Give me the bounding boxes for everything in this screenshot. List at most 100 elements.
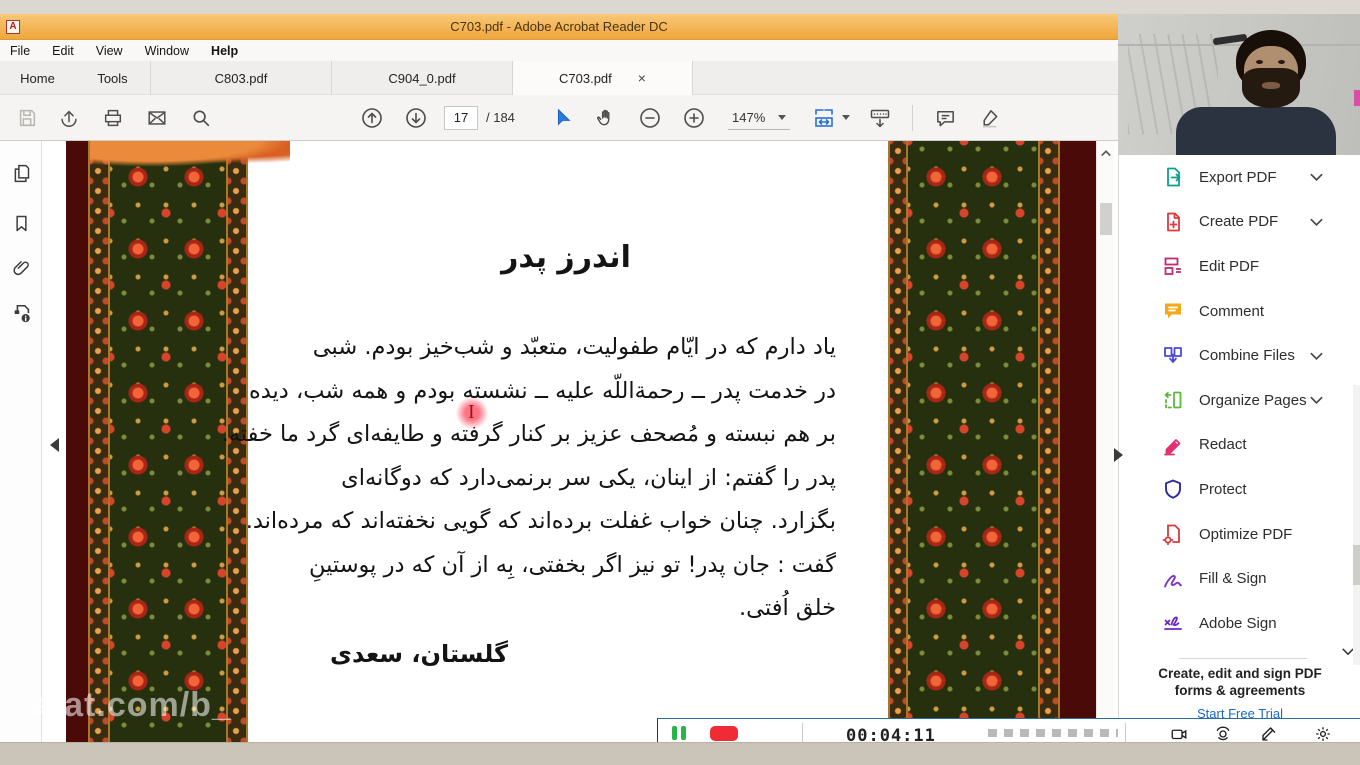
next-page-icon[interactable]	[404, 106, 428, 130]
export-pdf-icon	[1161, 165, 1185, 189]
source-signature: گلستان، سعدی	[296, 640, 836, 668]
zoom-level-value: 147%	[732, 110, 765, 125]
chevron-down-icon[interactable]	[1309, 216, 1324, 228]
menu-help[interactable]: Help	[211, 44, 238, 58]
menu-bar: File Edit View Window Help	[0, 40, 1118, 61]
tool-adobe-sign[interactable]: Adobe Sign	[1119, 601, 1360, 646]
recorder-bar: 00:04:11	[657, 718, 1360, 745]
combine-files-icon	[1161, 344, 1185, 368]
share-upload-icon[interactable]	[58, 107, 80, 129]
presenter-mouth	[1262, 82, 1280, 89]
hand-tool-icon[interactable]	[594, 106, 617, 129]
tab-c803[interactable]: C803.pdf	[150, 61, 331, 95]
tool-label: Edit PDF	[1199, 258, 1259, 275]
tool-label: Organize Pages	[1199, 392, 1307, 409]
ornament-right-inner	[888, 141, 908, 742]
document-scrollbar[interactable]	[1096, 141, 1114, 742]
toolbar-divider	[912, 105, 913, 131]
page-border-left-edge	[66, 141, 88, 742]
tool-label: Adobe Sign	[1199, 615, 1277, 632]
tab-c904[interactable]: C904_0.pdf	[331, 61, 512, 95]
webcam-overlay	[1118, 14, 1360, 155]
chevron-down-icon[interactable]	[1309, 171, 1324, 183]
promo-text: Create, edit and sign PDF forms & agreem…	[1119, 665, 1360, 699]
pink-sticky-note	[1354, 90, 1360, 106]
tab-tools[interactable]: Tools	[75, 61, 150, 95]
selection-tool-icon[interactable]	[552, 107, 574, 129]
zoom-level-dropdown[interactable]: 147%	[728, 106, 790, 130]
protect-shield-icon	[1161, 477, 1185, 501]
tab-c703-active[interactable]: C703.pdf ×	[512, 61, 693, 95]
recorder-divider	[802, 723, 803, 743]
tool-comment[interactable]: Comment	[1119, 289, 1360, 334]
print-icon[interactable]	[102, 107, 124, 129]
ornament-left-wide	[110, 141, 226, 742]
panel-scrollbar[interactable]	[1353, 385, 1360, 665]
tab-label: C703.pdf	[559, 71, 612, 86]
window-titlebar: A C703.pdf - Adobe Acrobat Reader DC	[0, 14, 1118, 40]
tool-edit-pdf[interactable]: Edit PDF	[1119, 244, 1360, 289]
tool-protect[interactable]: Protect	[1119, 467, 1360, 512]
desktop-strip	[0, 0, 1360, 14]
screen: A C703.pdf - Adobe Acrobat Reader DC Fil…	[0, 0, 1360, 765]
text-cursor-highlight	[456, 396, 488, 430]
promo-line1: Create, edit and sign PDF	[1119, 665, 1360, 682]
tool-fill-sign[interactable]: Fill & Sign	[1119, 556, 1360, 601]
search-icon[interactable]	[190, 107, 212, 129]
collapse-right-pane-arrow[interactable]	[1114, 448, 1123, 462]
text-line: بگزارد. چنان خواب غفلت برده‌اند که گویی …	[296, 500, 836, 544]
document-info-icon[interactable]	[11, 303, 33, 330]
tool-organize-pages[interactable]: Organize Pages	[1119, 378, 1360, 423]
presenter-body	[1176, 107, 1336, 155]
ornament-top-fragment	[90, 141, 290, 167]
tool-redact[interactable]: Redact	[1119, 423, 1360, 468]
page-thumbnails-icon[interactable]	[11, 163, 32, 189]
reading-mode-icon[interactable]	[868, 106, 892, 130]
tool-label: Protect	[1199, 481, 1247, 498]
chevron-down-icon[interactable]	[842, 115, 850, 120]
zoom-in-icon[interactable]	[682, 106, 706, 130]
tool-combine-files[interactable]: Combine Files	[1119, 333, 1360, 378]
tab-close-icon[interactable]: ×	[638, 71, 646, 85]
collapse-left-pane-arrow[interactable]	[50, 438, 59, 452]
tool-label: Combine Files	[1199, 347, 1295, 364]
ornament-left-narrow	[88, 141, 110, 742]
attachments-icon[interactable]	[11, 258, 32, 284]
scrollbar-thumb[interactable]	[1100, 203, 1112, 235]
page-number-input[interactable]: 17	[444, 106, 478, 130]
save-icon[interactable]	[16, 107, 38, 129]
bookmarks-icon[interactable]	[11, 213, 32, 239]
previous-page-icon[interactable]	[360, 106, 384, 130]
menu-edit[interactable]: Edit	[52, 44, 74, 58]
tool-label: Export PDF	[1199, 169, 1277, 186]
presenter-head	[1230, 30, 1312, 108]
fit-width-icon[interactable]	[812, 106, 836, 130]
tab-bar: Home Tools C803.pdf C904_0.pdf C703.pdf …	[0, 61, 1118, 95]
comment-tool-icon[interactable]	[934, 106, 957, 129]
tool-label: Redact	[1199, 436, 1247, 453]
tool-optimize-pdf[interactable]: Optimize PDF	[1119, 512, 1360, 557]
promo-line2: forms & agreements	[1119, 682, 1360, 699]
menu-window[interactable]: Window	[145, 44, 189, 58]
panel-divider	[1179, 658, 1307, 659]
chevron-down-icon[interactable]	[1309, 350, 1324, 362]
menu-file[interactable]: File	[10, 44, 30, 58]
panel-scrollbar-thumb[interactable]	[1353, 545, 1360, 585]
main-toolbar: 17 / 184 147%	[0, 95, 1118, 141]
optimize-pdf-icon	[1161, 522, 1185, 546]
tab-home[interactable]: Home	[0, 61, 75, 95]
recorder-divider	[1125, 723, 1126, 743]
email-icon[interactable]	[146, 107, 168, 129]
highlighter-icon[interactable]	[978, 106, 1001, 129]
zoom-out-icon[interactable]	[638, 106, 662, 130]
chevron-down-icon[interactable]	[1309, 394, 1324, 406]
scroll-up-icon[interactable]	[1100, 145, 1112, 163]
tool-label: Comment	[1199, 303, 1264, 320]
stop-button[interactable]	[710, 726, 738, 741]
menu-view[interactable]: View	[96, 44, 123, 58]
recorder-status-text	[988, 729, 1118, 737]
pause-button[interactable]	[672, 726, 688, 740]
fill-sign-icon	[1161, 567, 1185, 591]
tool-export-pdf[interactable]: Export PDF	[1119, 155, 1360, 200]
tool-create-pdf[interactable]: Create PDF	[1119, 200, 1360, 245]
